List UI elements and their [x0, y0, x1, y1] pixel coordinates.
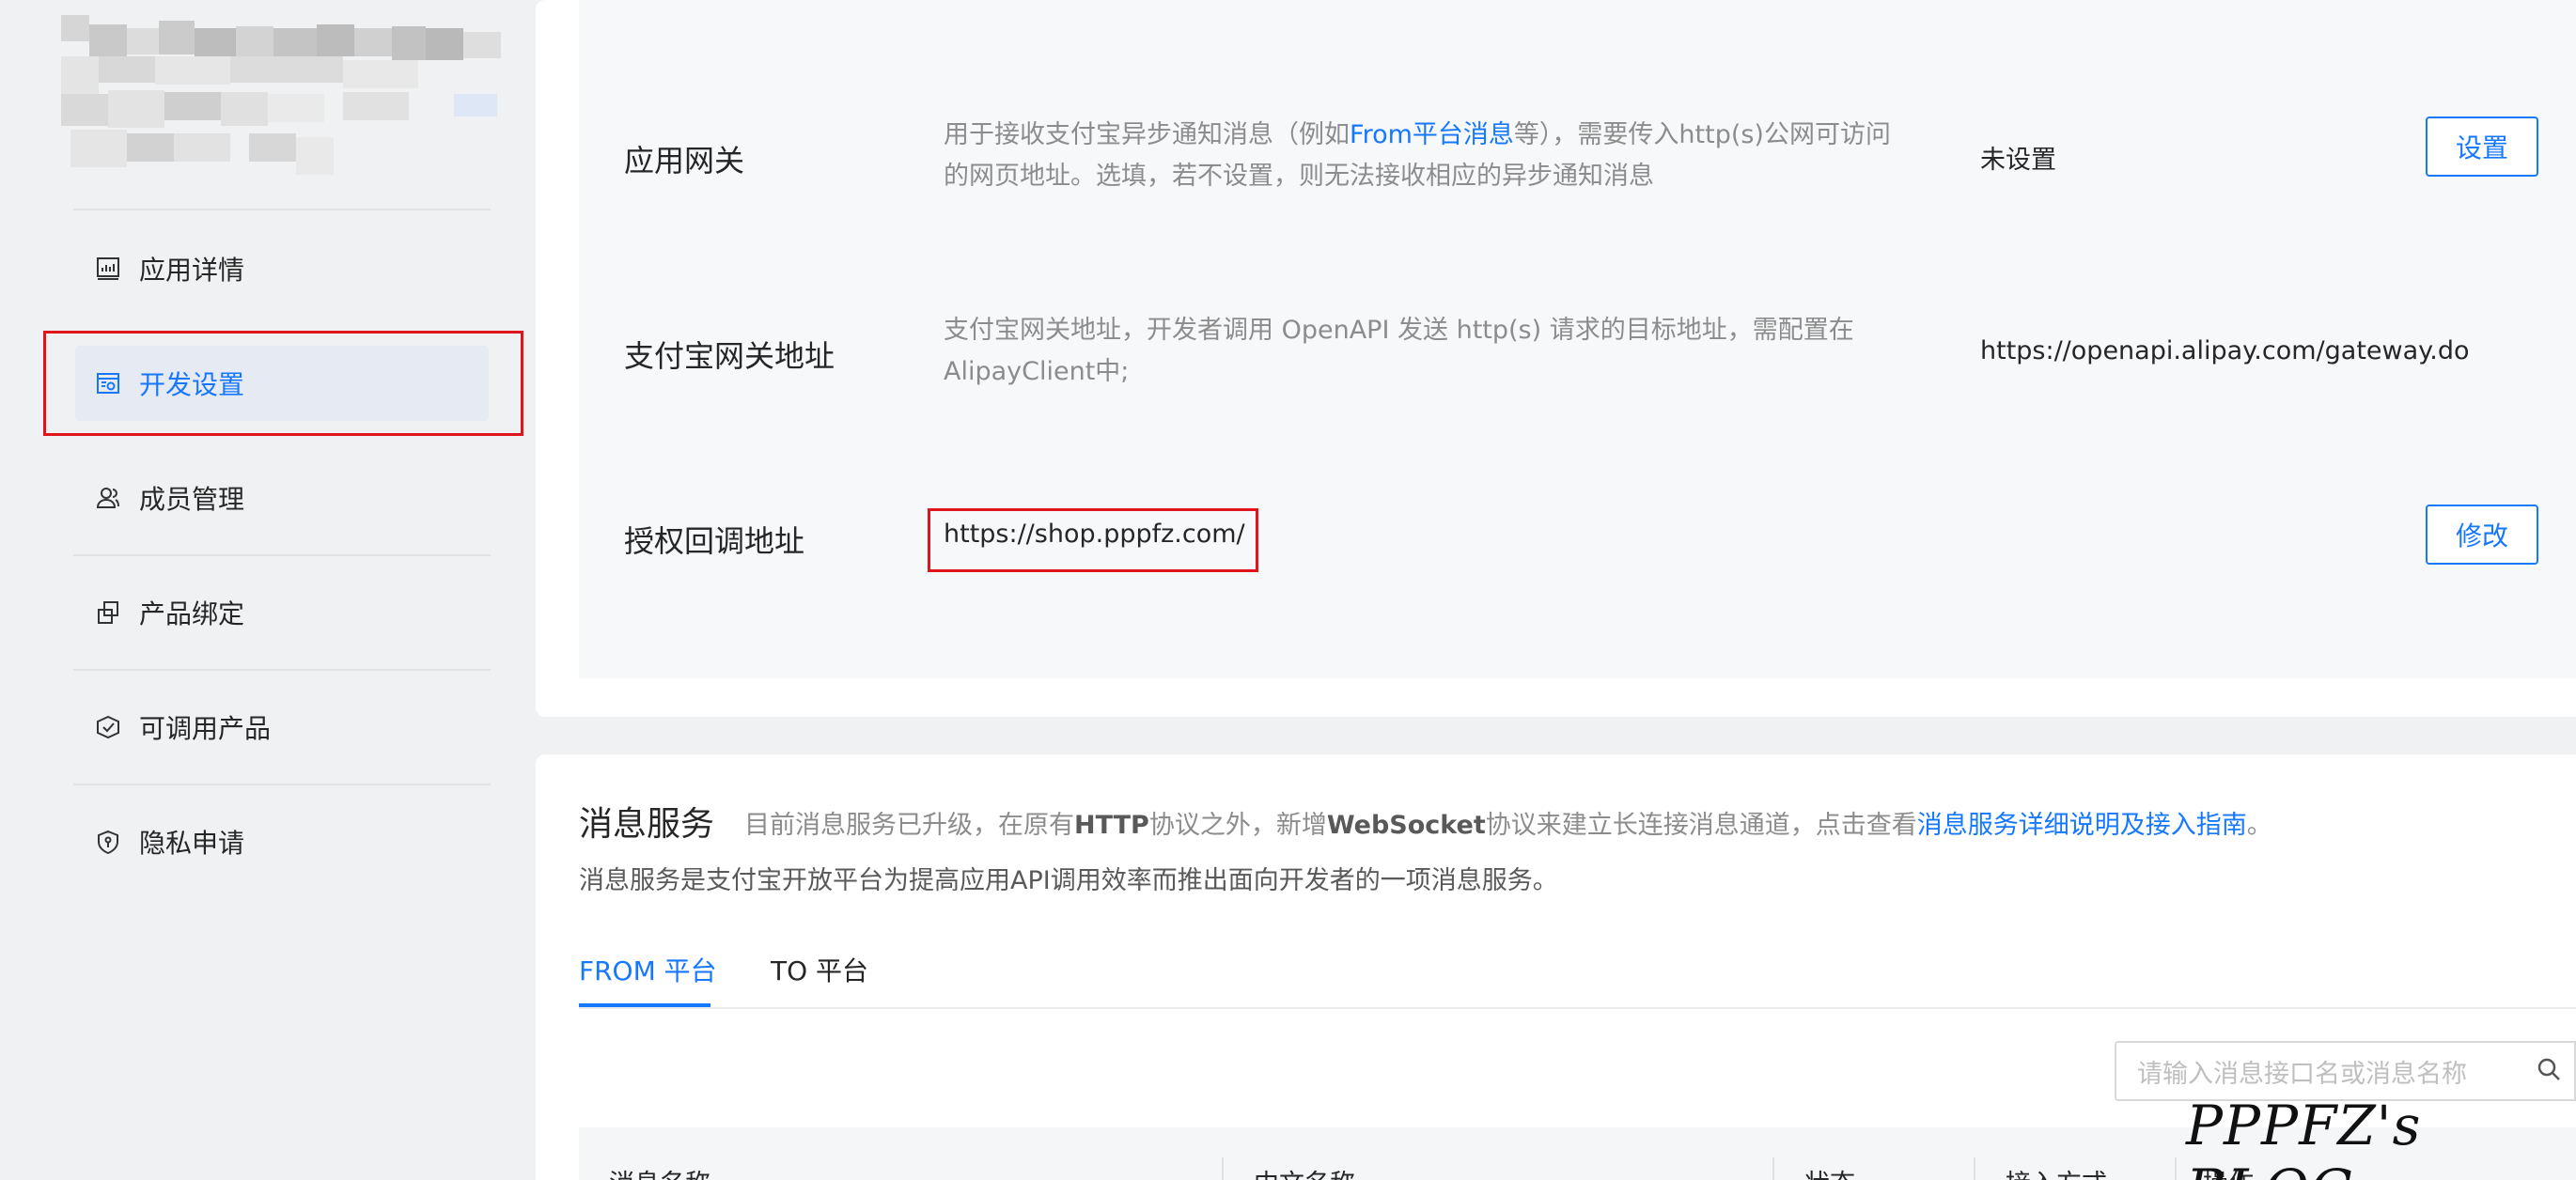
column-header-chinese-name: 中文名称 [1254, 1163, 1355, 1180]
sidebar: 应用详情 开发设置 成员管理 产品绑定 可调用产品 隐私申请 [0, 0, 526, 1180]
gateway-description: 用于接收支付宝异步通知消息（例如From平台消息等），需要传入http(s)公网… [944, 120, 1891, 191]
column-separator [2175, 1157, 2177, 1180]
sidebar-divider [73, 784, 491, 785]
highlight-box-callback-url [928, 508, 1258, 572]
tabs-divider [579, 1007, 2576, 1009]
sidebar-item-callable-products[interactable]: 可调用产品 [75, 690, 489, 765]
column-header-status: 状态 [1804, 1163, 1855, 1180]
sidebar-divider [73, 669, 491, 671]
sidebar-item-label: 可调用产品 [139, 713, 272, 744]
alipay-gateway-description: 支付宝网关地址，开发者调用 OpenAPI 发送 http(s) 请求的目标地址… [944, 316, 1854, 386]
alipay-gateway-value: https://openapi.alipay.com/gateway.do [1980, 336, 2470, 365]
sidebar-item-members[interactable]: 成员管理 [75, 460, 489, 536]
auth-callback-label: 授权回调地址 [624, 523, 805, 559]
message-service-description: 消息服务是支付宝开放平台为提高应用API调用效率而推出面向开发者的一项消息服务。 [579, 866, 1558, 895]
members-icon [94, 484, 122, 512]
gateway-value: 未设置 [1980, 146, 2056, 175]
sidebar-item-label: 产品绑定 [139, 598, 245, 629]
sidebar-item-product-binding[interactable]: 产品绑定 [75, 575, 489, 650]
sidebar-item-app-details[interactable]: 应用详情 [75, 231, 489, 306]
alipay-gateway-label: 支付宝网关地址 [624, 338, 835, 374]
search-button[interactable] [2522, 1041, 2576, 1101]
highlight-box-dev-settings [43, 331, 523, 436]
link-icon [94, 598, 122, 627]
chart-icon [94, 255, 122, 283]
column-separator [1222, 1157, 1224, 1180]
app-logo-pixelated [61, 15, 517, 184]
message-service-notice: 目前消息服务已升级，在原有HTTP协议之外，新增WebSocket协议来建立长连… [744, 811, 2272, 840]
column-header-access-method: 接入方式 [2006, 1163, 2107, 1180]
sidebar-item-label: 隐私申请 [139, 828, 245, 859]
sidebar-item-label: 成员管理 [139, 484, 245, 515]
message-service-guide-link[interactable]: 消息服务详细说明及接入指南 [1917, 811, 2247, 840]
sidebar-divider [73, 209, 491, 210]
tab-to-platform[interactable]: TO 平台 [771, 951, 868, 988]
active-tab-indicator [579, 1003, 710, 1007]
message-service-title: 消息服务 [579, 805, 715, 844]
gateway-label: 应用网关 [624, 143, 745, 179]
from-platform-message-link[interactable]: From平台消息 [1350, 120, 1514, 149]
column-separator [1974, 1157, 1975, 1180]
sidebar-item-privacy[interactable]: 隐私申请 [75, 804, 489, 879]
product-icon [94, 713, 122, 741]
message-search-input[interactable]: 请输入消息接口名或消息名称 [2115, 1041, 2524, 1101]
modify-callback-button[interactable]: 修改 [2426, 505, 2538, 565]
column-header-message-name: 消息名称 [609, 1163, 710, 1180]
sidebar-divider [73, 554, 491, 556]
sidebar-item-label: 应用详情 [139, 255, 245, 286]
column-separator [1772, 1157, 1774, 1180]
set-gateway-button[interactable]: 设置 [2426, 116, 2538, 177]
tab-from-platform[interactable]: FROM 平台 [579, 951, 717, 988]
shield-icon [94, 828, 122, 856]
blog-watermark: PPPFZ's BLOG [2186, 1094, 2422, 1180]
search-icon [2536, 1056, 2562, 1086]
